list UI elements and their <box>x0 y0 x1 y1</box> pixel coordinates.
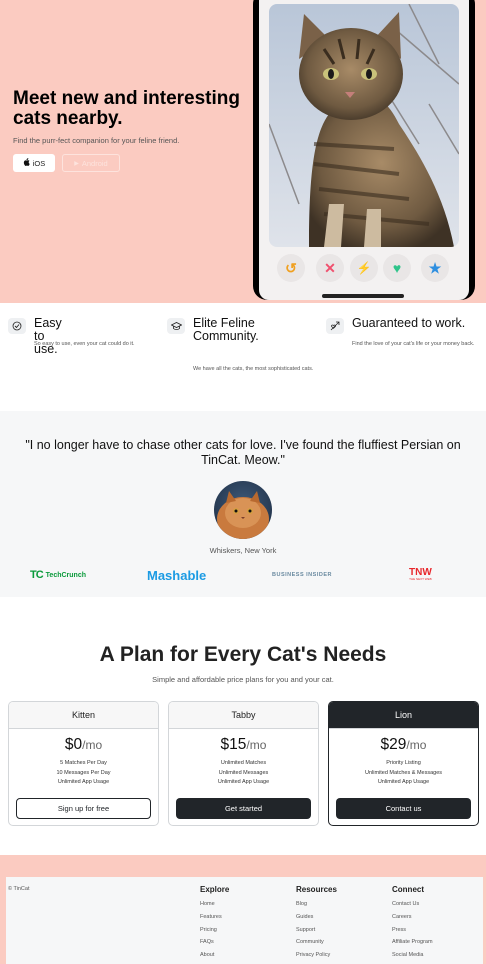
dislike-button[interactable]: ✕ <box>316 254 344 282</box>
footer-column-title: Connect <box>392 885 424 894</box>
footer-link[interactable]: Support <box>296 924 337 937</box>
footer-link[interactable]: Features <box>200 911 229 924</box>
mashable-text: Mashable <box>147 567 207 583</box>
tnw-subtext: THE NEXT WEB <box>409 577 432 581</box>
feature-title: Easy to use. <box>34 316 62 356</box>
checkmark-icon <box>8 318 26 334</box>
footer-link[interactable]: Careers <box>392 911 433 924</box>
feature-title: Elite Feline Community. <box>193 316 259 343</box>
heart-arrow-icon <box>326 318 344 334</box>
close-icon: ✕ <box>324 259 336 276</box>
graduation-cap-icon <box>167 318 185 334</box>
swipe-actions: ↺ ✕ ⚡ ♥ ★ <box>269 252 459 284</box>
plan-price: $29/mo <box>380 736 427 753</box>
plan-name: Lion <box>329 702 478 729</box>
avatar <box>214 481 272 539</box>
plan-name: Tabby <box>169 702 318 729</box>
tnw-logo: TNW THE NEXT WEB <box>409 568 432 582</box>
star-icon: ★ <box>428 259 442 276</box>
cat-profile-photo[interactable] <box>269 4 459 247</box>
android-download-button[interactable]: ▶ Android <box>62 154 120 172</box>
superlike-button[interactable]: ★ <box>421 254 449 282</box>
boost-button[interactable]: ⚡ <box>350 254 378 282</box>
footer-link[interactable]: Affiliate Program <box>392 936 433 949</box>
footer-link[interactable]: Social Media <box>392 949 433 962</box>
plan-features: 5 Matches Per Day 10 Messages Per Day Unli… <box>56 760 111 785</box>
plan-name: Kitten <box>9 702 158 729</box>
bolt-icon: ⚡ <box>356 261 372 275</box>
hero-subtitle: Find the purr-fect companion for your fe… <box>13 136 180 145</box>
android-label: Android <box>81 158 108 168</box>
footer-column-connect: Connect Contact Us Careers Press Affilia… <box>392 885 433 962</box>
contact-us-button[interactable]: Contact us <box>336 798 471 819</box>
footer-link[interactable]: Press <box>392 924 433 937</box>
hero-title: Meet new and interesting cats nearby. <box>13 88 240 129</box>
footer-link[interactable]: Privacy Policy <box>296 949 337 962</box>
footer-link[interactable]: Pricing <box>200 924 229 937</box>
play-icon: ▶ <box>74 160 79 167</box>
plan-price: $15/mo <box>220 736 267 753</box>
plan-card-kitten: Kitten $0/mo 5 Matches Per Day 10 Message… <box>8 701 159 826</box>
testimonial-quote: "I no longer have to chase other cats fo… <box>25 438 461 467</box>
get-started-button[interactable]: Get started <box>176 798 311 819</box>
techcrunch-logo: TC TechCrunch <box>30 569 86 581</box>
techcrunch-text: TechCrunch <box>45 571 86 579</box>
footer-link[interactable]: Home <box>200 898 229 911</box>
footer-link[interactable]: Guides <box>296 911 337 924</box>
footer-link[interactable]: About <box>200 949 229 962</box>
testimonial-author: Whiskers, New York <box>209 546 277 555</box>
pricing-subtitle: Simple and affordable price plans for yo… <box>152 675 334 684</box>
footer-column-title: Explore <box>200 885 230 894</box>
pricing-title: A Plan for Every Cat's Needs <box>99 643 387 666</box>
feature-title: Guaranteed to work. <box>352 316 466 330</box>
plan-features: Unlimited Matches Unlimited Messages Unlim… <box>217 760 270 785</box>
footer: © TinCat Explore Home Features Pricing F… <box>6 877 483 964</box>
footer-link[interactable]: FAQs <box>200 936 229 949</box>
footer-link[interactable]: Contact Us <box>392 898 433 911</box>
ios-label: iOS <box>32 158 46 168</box>
business-insider-text: BUSINESS INSIDER <box>272 572 332 578</box>
undo-button[interactable]: ↺ <box>277 254 305 282</box>
footer-column-title: Resources <box>296 885 337 894</box>
plan-card-tabby: Tabby $15/mo Unlimited Matches Unlimited … <box>168 701 319 826</box>
footer-link[interactable]: Blog <box>296 898 337 911</box>
plan-price: $0/mo <box>64 736 103 753</box>
ios-download-button[interactable]: iOS <box>13 154 55 172</box>
home-indicator <box>322 294 404 298</box>
plan-card-lion: Lion $29/mo Priority Listing Unlimited Ma… <box>328 701 479 826</box>
testimonial-section: "I no longer have to chase other cats fo… <box>0 411 486 597</box>
footer-column-resources: Resources Blog Guides Support Community … <box>296 885 337 962</box>
footer-link[interactable]: Community <box>296 936 337 949</box>
feature-desc: So easy to use, even your cat could do i… <box>34 341 135 347</box>
undo-icon: ↺ <box>285 259 297 276</box>
feature-desc: We have all the cats, the most sophistic… <box>193 366 314 372</box>
tnw-text: TNW <box>409 567 432 578</box>
like-button[interactable]: ♥ <box>383 254 411 282</box>
signup-free-button[interactable]: Sign up for free <box>16 798 151 819</box>
footer-column-explore: Explore Home Features Pricing FAQs About <box>200 885 229 962</box>
copyright: © TinCat <box>8 886 30 892</box>
apple-icon <box>23 158 30 168</box>
feature-desc: Find the love of your cat's life or your… <box>352 341 475 347</box>
features-section: Easy to use. So easy to use, even your c… <box>0 303 486 411</box>
business-insider-logo: BUSINESS INSIDER <box>272 568 332 582</box>
plan-features: Priority Listing Unlimited Matches & Mess… <box>364 760 443 785</box>
mashable-logo: Mashable <box>147 567 207 583</box>
heart-icon: ♥ <box>392 260 402 276</box>
